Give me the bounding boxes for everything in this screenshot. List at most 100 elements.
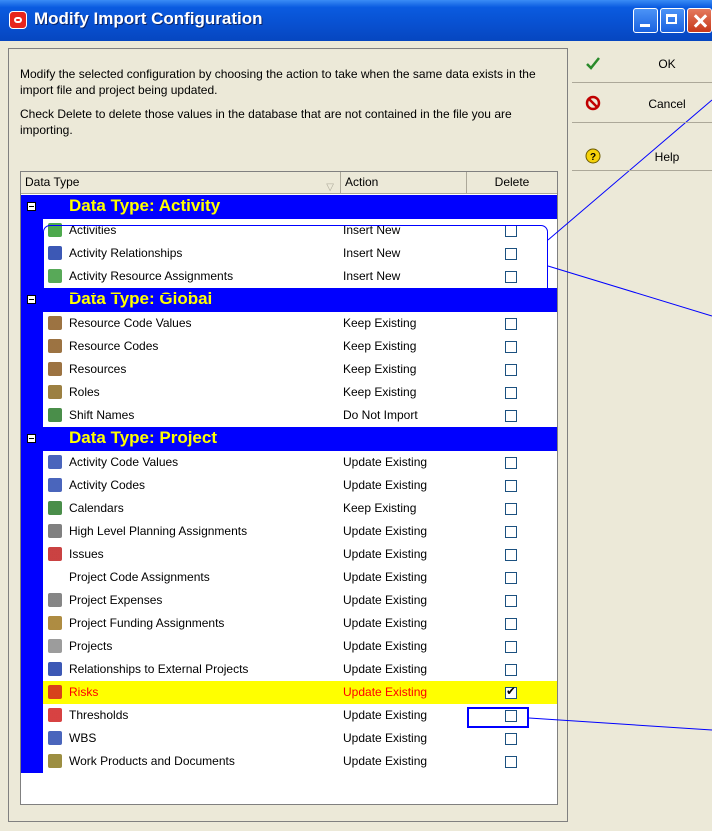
delete-checkbox[interactable] xyxy=(505,595,517,607)
group-header[interactable]: Data Type: Activity xyxy=(21,195,557,219)
close-button[interactable] xyxy=(687,8,712,33)
list-item[interactable]: Roles Keep Existing xyxy=(21,381,557,404)
action-select[interactable]: Update Existing xyxy=(343,547,427,561)
list-item[interactable]: Resource Code Values Keep Existing xyxy=(21,312,557,335)
data-type-label: Project Funding Assignments xyxy=(69,616,225,630)
list-item[interactable]: Activity Codes Update Existing xyxy=(21,474,557,497)
action-select[interactable]: Keep Existing xyxy=(343,316,416,330)
list-item[interactable]: High Level Planning Assignments Update Ex… xyxy=(21,520,557,543)
data-type-label: Work Products and Documents xyxy=(69,754,235,768)
delete-checkbox[interactable] xyxy=(505,526,517,538)
action-select[interactable]: Update Existing xyxy=(343,524,427,538)
action-select[interactable]: Update Existing xyxy=(343,616,427,630)
delete-checkbox[interactable] xyxy=(505,572,517,584)
action-select[interactable]: Update Existing xyxy=(343,685,427,699)
ok-button[interactable]: OK xyxy=(574,52,712,76)
list-item[interactable]: WBS Update Existing xyxy=(21,727,557,750)
issues-icon xyxy=(48,547,62,561)
maximize-button[interactable] xyxy=(660,8,685,33)
list-item[interactable]: Shift Names Do Not Import xyxy=(21,404,557,427)
action-select[interactable]: Update Existing xyxy=(343,478,427,492)
action-select[interactable]: Update Existing xyxy=(343,731,427,745)
list-item[interactable]: Resources Keep Existing xyxy=(21,358,557,381)
group-gutter xyxy=(21,612,43,635)
delete-checkbox[interactable] xyxy=(505,664,517,676)
group-gutter xyxy=(21,704,43,727)
delete-checkbox[interactable] xyxy=(505,641,517,653)
delete-checkbox[interactable] xyxy=(505,410,517,422)
list-item[interactable]: Project Funding Assignments Update Existi… xyxy=(21,612,557,635)
action-select[interactable]: Update Existing xyxy=(343,639,427,653)
group-title: Data Type: Activity xyxy=(69,196,221,215)
roles-icon xyxy=(48,385,62,399)
data-type-label: Issues xyxy=(69,547,104,561)
data-type-label: Activity Code Values xyxy=(69,455,179,469)
delete-checkbox[interactable] xyxy=(505,318,517,330)
list-item[interactable]: Relationships to External Projects Update… xyxy=(21,658,557,681)
group-gutter xyxy=(21,358,43,381)
collapse-icon[interactable] xyxy=(27,202,36,211)
action-select[interactable]: Update Existing xyxy=(343,754,427,768)
data-type-label: Shift Names xyxy=(69,408,135,422)
activity-codes-icon xyxy=(48,478,62,492)
action-select[interactable]: Update Existing xyxy=(343,708,427,722)
collapse-icon[interactable] xyxy=(27,295,36,304)
action-select[interactable]: Keep Existing xyxy=(343,385,416,399)
action-select[interactable]: Do Not Import xyxy=(343,408,418,422)
list-item[interactable]: Issues Update Existing xyxy=(21,543,557,566)
list-item[interactable]: Work Products and Documents Update Existi… xyxy=(21,750,557,773)
delete-checkbox[interactable] xyxy=(505,480,517,492)
column-header-data-type[interactable]: Data Type ▽ xyxy=(21,172,341,193)
app-icon xyxy=(9,11,27,29)
project-expenses-icon xyxy=(48,593,62,607)
group-header[interactable]: Data Type: Project xyxy=(21,427,557,451)
delete-checkbox[interactable] xyxy=(505,549,517,561)
action-select[interactable]: Keep Existing xyxy=(343,501,416,515)
minimize-button[interactable] xyxy=(633,8,658,33)
list-header: Data Type ▽ Action Delete xyxy=(21,172,557,194)
data-type-label: Risks xyxy=(69,685,99,699)
action-select[interactable]: Update Existing xyxy=(343,570,427,584)
list-item[interactable]: Projects Update Existing xyxy=(21,635,557,658)
action-select[interactable]: Update Existing xyxy=(343,455,427,469)
group-gutter xyxy=(21,681,43,704)
data-type-label: Resource Codes xyxy=(69,339,159,353)
data-type-label: Relationships to External Projects xyxy=(69,662,249,676)
collapse-icon[interactable] xyxy=(27,434,36,443)
help-button[interactable]: ? Help xyxy=(574,145,712,169)
delete-checkbox[interactable] xyxy=(505,457,517,469)
external-relationships-icon xyxy=(48,662,62,676)
column-header-delete[interactable]: Delete xyxy=(467,172,557,193)
delete-checkbox[interactable] xyxy=(505,503,517,515)
list-item[interactable]: Activity Code Values Update Existing xyxy=(21,451,557,474)
data-type-label: Project Expenses xyxy=(69,593,163,607)
delete-checkbox[interactable] xyxy=(505,733,517,745)
list-item[interactable]: Project Expenses Update Existing xyxy=(21,589,557,612)
delete-checkbox[interactable] xyxy=(505,364,517,376)
list-item[interactable]: Project Code Assignments Update Existing xyxy=(21,566,557,589)
data-type-label: Project Code Assignments xyxy=(69,570,210,584)
delete-checkbox[interactable] xyxy=(505,756,517,768)
projects-icon xyxy=(48,639,62,653)
title-bar[interactable]: Modify Import Configuration xyxy=(0,0,712,41)
risks-delete-highlight xyxy=(467,707,529,728)
list-item[interactable]: Risks Update Existing xyxy=(21,681,557,704)
thresholds-icon xyxy=(48,708,62,722)
action-select[interactable]: Keep Existing xyxy=(343,339,416,353)
delete-checkbox[interactable] xyxy=(505,387,517,399)
action-select[interactable]: Update Existing xyxy=(343,593,427,607)
cancel-button[interactable]: Cancel xyxy=(574,92,712,116)
action-select[interactable]: Keep Existing xyxy=(343,362,416,376)
list-item[interactable]: Resource Codes Keep Existing xyxy=(21,335,557,358)
wbs-icon xyxy=(48,731,62,745)
group-title: Data Type: Project xyxy=(69,428,218,447)
button-separator xyxy=(572,122,712,123)
action-select[interactable]: Update Existing xyxy=(343,662,427,676)
delete-checkbox[interactable] xyxy=(505,618,517,630)
data-type-label: Resource Code Values xyxy=(69,316,192,330)
delete-checkbox[interactable] xyxy=(505,341,517,353)
list-item[interactable]: Calendars Keep Existing xyxy=(21,497,557,520)
delete-checkbox[interactable] xyxy=(505,684,517,699)
activity-code-values-icon xyxy=(48,455,62,469)
column-header-action[interactable]: Action xyxy=(341,172,467,193)
